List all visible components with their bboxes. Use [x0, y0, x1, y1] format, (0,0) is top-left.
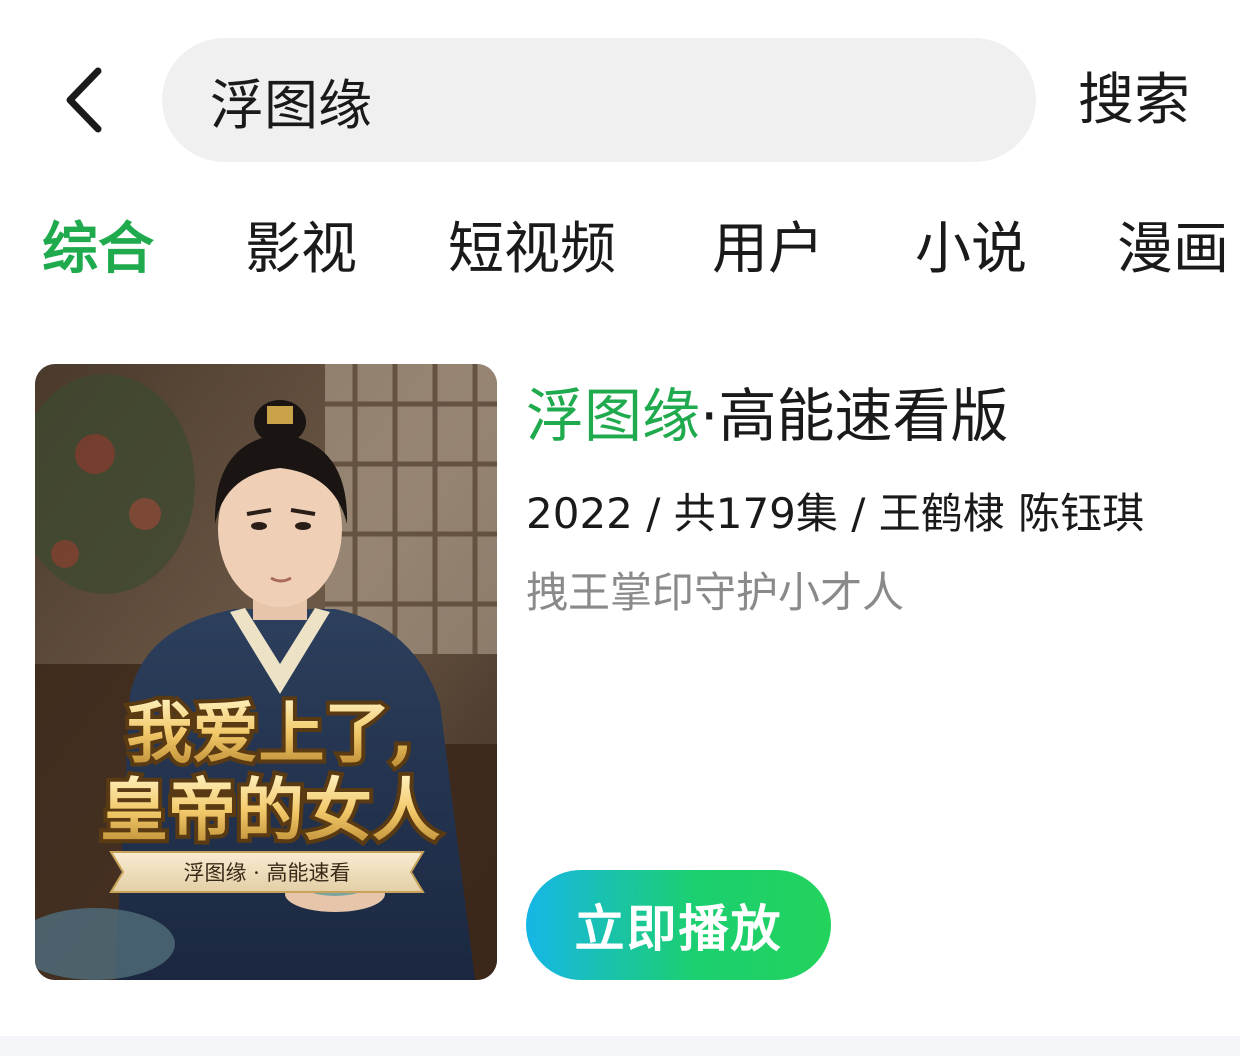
tab-all[interactable]: 综合 [42, 212, 154, 288]
result-description: 拽王掌印守护小才人 [526, 568, 905, 617]
tab-novels[interactable]: 小说 [915, 212, 1027, 288]
tab-film-tv[interactable]: 影视 [245, 212, 357, 288]
search-input[interactable] [210, 68, 990, 132]
category-tabs: 综合 影视 短视频 用户 小说 漫画 [0, 212, 1240, 292]
chevron-left-icon [66, 67, 102, 133]
search-button[interactable]: 搜索 [1078, 66, 1190, 136]
search-header: 搜索 [0, 0, 1240, 190]
result-title[interactable]: 浮图缘·高能速看版 [526, 378, 1008, 454]
poster-ribbon-text: 浮图缘 · 高能速看 [183, 861, 350, 885]
tab-short-video[interactable]: 短视频 [448, 212, 616, 288]
result-poster[interactable]: 我爱上了, 我爱上了, 皇帝的女人 皇帝的女人 浮图缘 · 高能速看 [35, 364, 497, 980]
result-title-highlight: 浮图缘 [526, 382, 701, 450]
tab-users[interactable]: 用户 [712, 212, 824, 288]
result-meta: 2022 / 共179集 / 王鹤棣 陈钰琪 [526, 489, 1145, 538]
section-divider [0, 1036, 1240, 1056]
poster-image: 我爱上了, 我爱上了, 皇帝的女人 皇帝的女人 浮图缘 · 高能速看 [35, 364, 497, 980]
search-bar[interactable] [162, 38, 1036, 162]
result-title-rest: ·高能速看版 [700, 382, 1009, 450]
tab-comics[interactable]: 漫画 [1117, 212, 1229, 288]
poster-headline-line2: 皇帝的女人 [100, 771, 440, 851]
back-button[interactable] [42, 58, 126, 142]
play-now-button[interactable]: 立即播放 [526, 870, 831, 980]
poster-headline-line1: 我爱上了, [127, 694, 414, 772]
